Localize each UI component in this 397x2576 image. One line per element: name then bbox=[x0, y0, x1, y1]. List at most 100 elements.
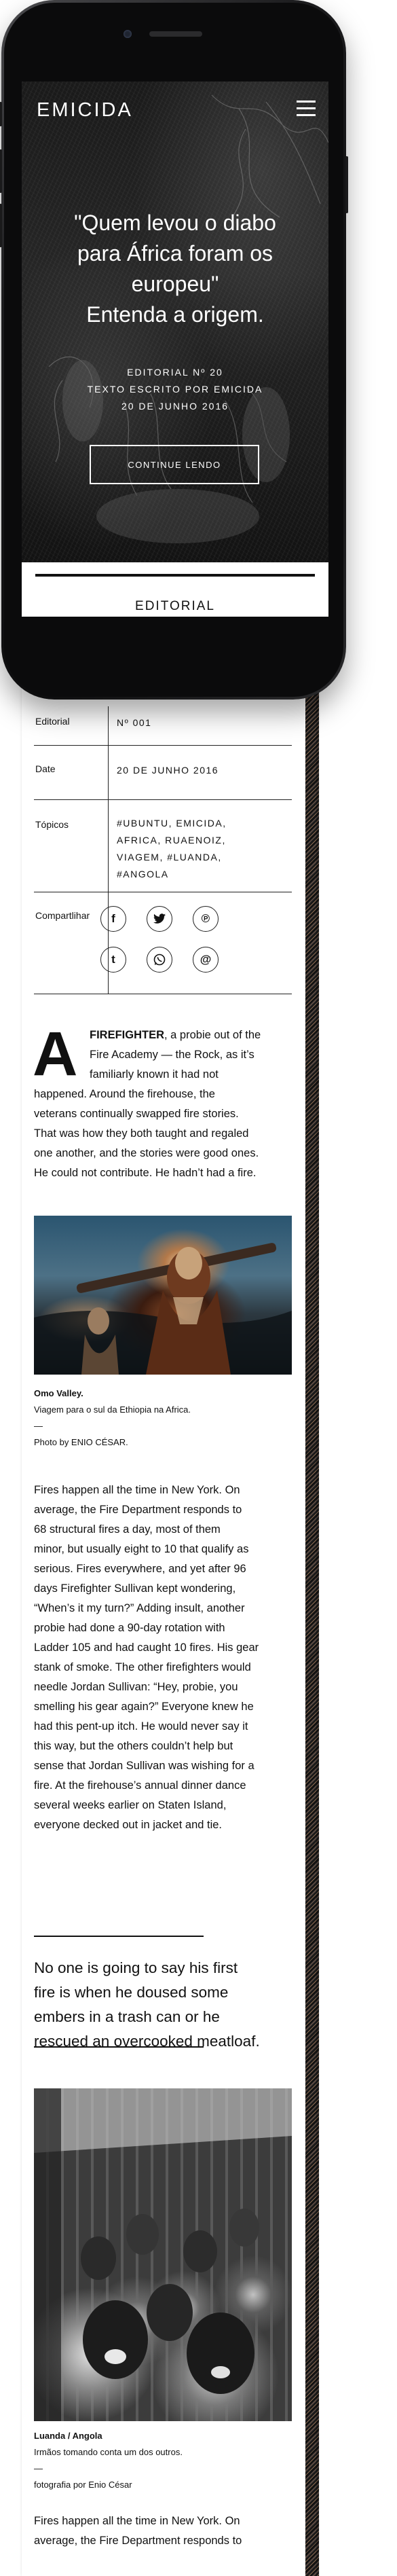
mute-switch bbox=[0, 102, 2, 126]
topic-line[interactable]: VIAGEM, #LUANDA, bbox=[117, 849, 227, 866]
paragraph-line: “When’s it my turn?” Adding insult, anot… bbox=[34, 1602, 245, 1614]
facebook-icon[interactable]: f bbox=[100, 906, 126, 932]
meta-row-editorial: Editorial Nº 001 bbox=[34, 706, 292, 746]
paragraph-3: Fires happen all the time in New York. O… bbox=[34, 2511, 299, 2551]
photo-1-caption: Omo Valley. Viagem para o sul da Ethiopi… bbox=[34, 1385, 191, 1451]
caption-subtitle: Irmãos tomando conta um dos outros. bbox=[34, 2447, 183, 2457]
section-label: EDITORIAL bbox=[135, 599, 215, 613]
quote-rule-bottom bbox=[34, 2046, 204, 2048]
date-label: Date bbox=[34, 746, 109, 799]
quote-line: fire is when he doused some bbox=[34, 1984, 229, 2001]
menu-bar bbox=[297, 114, 316, 116]
menu-bar bbox=[297, 101, 316, 103]
hero-title: "Quem levou o diabo para África foram os… bbox=[35, 208, 315, 330]
quote-rule-top bbox=[34, 1936, 204, 1937]
hero-section: EMICIDA "Quem levou o diabo para África … bbox=[22, 81, 328, 562]
drop-cap: A bbox=[33, 1019, 78, 1089]
lead-word: FIREFIGHTER bbox=[90, 1029, 164, 1041]
paragraph-2: Fires happen all the time in New York. O… bbox=[34, 1481, 299, 1835]
editorial-value: Nº 001 bbox=[117, 717, 152, 728]
paragraph-line: everyone decked out in jacket and tie. bbox=[34, 1819, 223, 1831]
hero-title-line: Entenda a origem. bbox=[86, 302, 264, 327]
paragraph-line: needle Jordan Sullivan: “Hey, probie, yo… bbox=[34, 1681, 238, 1693]
paragraph-line: Fire Academy — the Rock, as it’s bbox=[90, 1049, 254, 1061]
pinterest-icon[interactable]: ℗ bbox=[193, 906, 219, 932]
meta-row-topics: Tópicos #UBUNTU, EMICIDA, AFRICA, RUAENO… bbox=[34, 800, 292, 892]
edge-shadow bbox=[316, 672, 320, 2576]
caption-subtitle: Viagem para o sul da Ethiopia na Africa. bbox=[34, 1404, 191, 1415]
paragraph-line: serious. Fires everywhere, and yet after… bbox=[34, 1563, 246, 1575]
phone-screen: EMICIDA "Quem levou o diabo para África … bbox=[22, 81, 328, 617]
power-button bbox=[345, 156, 348, 213]
topics-value[interactable]: #UBUNTU, EMICIDA, AFRICA, RUAENOIZ, VIAG… bbox=[117, 800, 227, 883]
paragraph-line: smelling his gear again?” Everyone knew … bbox=[34, 1701, 254, 1713]
paragraph-1-lead: FIREFIGHTER, a probie out of the Fire Ac… bbox=[90, 1026, 293, 1085]
tumblr-icon[interactable]: t bbox=[100, 947, 126, 973]
editorial-number: EDITORIAL Nº 20 bbox=[127, 367, 223, 378]
caption-credit: Photo by ENIO CÉSAR. bbox=[34, 1437, 128, 1447]
hero-meta: EDITORIAL Nº 20 TEXTO ESCRITO POR EMICID… bbox=[35, 364, 315, 415]
paragraph-line: average, the Fire Department responds to bbox=[34, 2535, 242, 2547]
front-camera bbox=[124, 30, 132, 38]
hero-title-line: "Quem levou o diabo bbox=[74, 211, 276, 235]
text-span: , a probie out of the bbox=[164, 1029, 261, 1041]
continue-reading-button[interactable]: CONTINUE LENDO bbox=[90, 445, 259, 484]
caption-title: Luanda / Angola bbox=[34, 2431, 102, 2441]
paragraph-line: FIREFIGHTER, a probie out of the bbox=[90, 1026, 293, 1045]
share-icons-row1: f ℗ bbox=[100, 906, 219, 932]
email-icon[interactable]: @ bbox=[193, 947, 219, 973]
hero-title-line: europeu" bbox=[131, 272, 219, 296]
paragraph-line: this way, but the others couldn’t help b… bbox=[34, 1740, 233, 1752]
caption-title: Omo Valley. bbox=[34, 1388, 83, 1398]
paragraph-line: one another, and the stories were good o… bbox=[34, 1147, 259, 1159]
quote-line: embers in a trash can or he bbox=[34, 2008, 220, 2025]
hamburger-menu-icon[interactable] bbox=[297, 101, 316, 117]
photo-luanda-angola bbox=[34, 2088, 292, 2421]
whatsapp-icon[interactable] bbox=[147, 947, 172, 973]
twitter-icon[interactable] bbox=[147, 906, 172, 932]
section-rule bbox=[35, 574, 315, 577]
paragraph-line: Fires happen all the time in New York. O… bbox=[34, 2515, 240, 2527]
paragraph-line: veterans continually swapped fire storie… bbox=[34, 1108, 239, 1120]
photo-omo-valley bbox=[34, 1216, 292, 1375]
hero-title-line: para África foram os bbox=[77, 241, 273, 266]
editorial-label: Editorial bbox=[34, 706, 109, 745]
publish-date: 20 DE JUNHO 2016 bbox=[121, 401, 229, 412]
topic-line[interactable]: #UBUNTU, EMICIDA, bbox=[117, 815, 227, 832]
earpiece-speaker bbox=[149, 31, 202, 37]
torn-edge bbox=[22, 2564, 305, 2576]
menu-bar bbox=[297, 107, 316, 109]
share-icons-row2: t @ bbox=[100, 947, 219, 973]
quote-line: No one is going to say his first bbox=[34, 1959, 238, 1976]
paragraph-line: sense that Jordan Sullivan was wishing f… bbox=[34, 1760, 254, 1772]
emicida-logo[interactable]: EMICIDA bbox=[37, 99, 133, 122]
paragraph-line: familiarly known it had not bbox=[90, 1068, 219, 1081]
topic-line[interactable]: #ANGOLA bbox=[117, 866, 227, 883]
caption-dash: — bbox=[34, 2463, 43, 2473]
quote-line: rescued an overcooked meatloaf. bbox=[34, 2033, 260, 2050]
paragraph-line: probie had done a 90-day rotation with bbox=[34, 1622, 225, 1634]
paragraph-line: had this pent-up itch. He would never sa… bbox=[34, 1720, 248, 1733]
photo-2-caption: Luanda / Angola Irmãos tomando conta um … bbox=[34, 2428, 183, 2493]
volume-up-button bbox=[0, 149, 2, 193]
meta-row-date: Date 20 DE JUNHO 2016 bbox=[34, 746, 292, 800]
paragraph-line: That was how they both taught and regale… bbox=[34, 1127, 249, 1140]
paragraph-line: Fires happen all the time in New York. O… bbox=[34, 1484, 240, 1496]
topics-label: Tópicos bbox=[34, 800, 109, 892]
pull-quote: No one is going to say his first fire is… bbox=[34, 1956, 299, 2054]
paragraph-line: several weeks earlier on Staten Island, bbox=[34, 1799, 227, 1811]
phone-frame: EMICIDA "Quem levou o diabo para África … bbox=[0, 0, 348, 700]
paragraph-line: days Firefighter Sullivan kept wondering… bbox=[34, 1582, 236, 1595]
paragraph-line: fire. At the firehouse’s annual dinner d… bbox=[34, 1779, 246, 1792]
author-line: TEXTO ESCRITO POR EMICIDA bbox=[87, 384, 263, 395]
paragraph-line: 68 structural fires a day, most of them bbox=[34, 1523, 221, 1536]
paragraph-line: average, the Fire Department responds to bbox=[34, 1504, 242, 1516]
paragraph-line: He could not contribute. He hadn’t had a… bbox=[34, 1167, 257, 1179]
date-value: 20 DE JUNHO 2016 bbox=[117, 765, 219, 776]
caption-dash: — bbox=[34, 1421, 43, 1431]
topic-line[interactable]: AFRICA, RUAENOIZ, bbox=[117, 832, 227, 849]
paragraph-line: happened. Around the firehouse, the bbox=[34, 1088, 215, 1100]
paragraph-line: Ladder 105 and had caught 10 fires. His … bbox=[34, 1641, 259, 1654]
caption-credit: fotografia por Enio César bbox=[34, 2480, 132, 2490]
paragraph-line: minor, but usually eight to 10 that qual… bbox=[34, 1543, 249, 1555]
